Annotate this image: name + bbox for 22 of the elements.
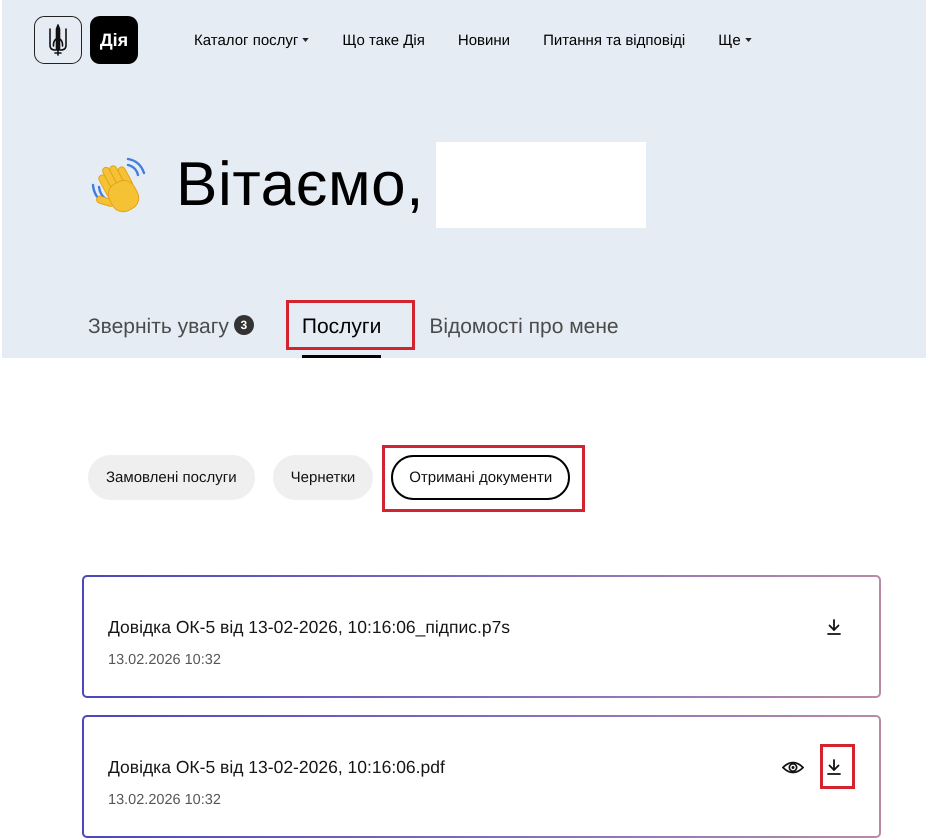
download-icon [827,619,841,635]
trident-emblem-icon[interactable] [34,16,82,64]
filter-chip[interactable]: Чернетки [272,455,374,500]
document-date: 13.02.2026 10:32 [108,791,221,809]
document-date: 13.02.2026 10:32 [108,651,221,669]
nav-link[interactable]: Ще [718,32,752,48]
brand-logo[interactable]: Дія [90,16,138,64]
eye-icon [782,760,804,774]
download-icon [827,759,841,775]
tab[interactable]: Послуги [302,315,382,339]
nav-link[interactable]: Каталог послуг [194,32,310,48]
greeting-title: Вітаємо, [176,149,424,221]
filter-chip[interactable]: Отримані документи [391,455,570,500]
tab[interactable]: Зверніть увагу 3 [88,315,254,339]
document-title[interactable]: Довідка ОК-5 від 13-02-2026, 10:16:06.pdf [108,756,445,778]
nav-link[interactable]: Що таке Дія [342,32,425,48]
nav-link[interactable]: Новини [458,32,510,48]
tab[interactable]: Відомості про мене [429,315,619,339]
nav-link[interactable]: Питання та відповіді [543,32,686,48]
document-title[interactable]: Довідка ОК-5 від 13-02-2026, 10:16:06_підпис.p7s [108,616,510,638]
filter-chip[interactable]: Замовлені послуги [88,455,255,500]
count-badge: 3 [234,315,254,335]
